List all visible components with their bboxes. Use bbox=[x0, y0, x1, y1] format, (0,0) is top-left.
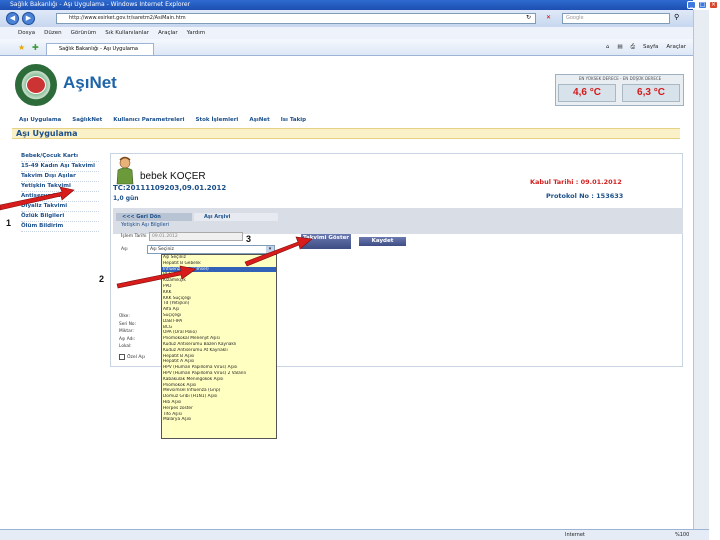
step-number-2: 2 bbox=[99, 274, 105, 284]
annotation-arrow-2 bbox=[116, 265, 197, 289]
annotation-arrow-3 bbox=[244, 236, 313, 267]
status-bar: Internet %100 bbox=[0, 529, 709, 540]
annotation-overlay bbox=[0, 186, 313, 289]
status-zone: Internet bbox=[565, 532, 585, 538]
step-number-3: 3 bbox=[246, 234, 252, 244]
annotation-arrow-1 bbox=[0, 186, 75, 211]
zoom-level[interactable]: %100 bbox=[675, 530, 689, 540]
step-number-1: 1 bbox=[6, 218, 12, 228]
